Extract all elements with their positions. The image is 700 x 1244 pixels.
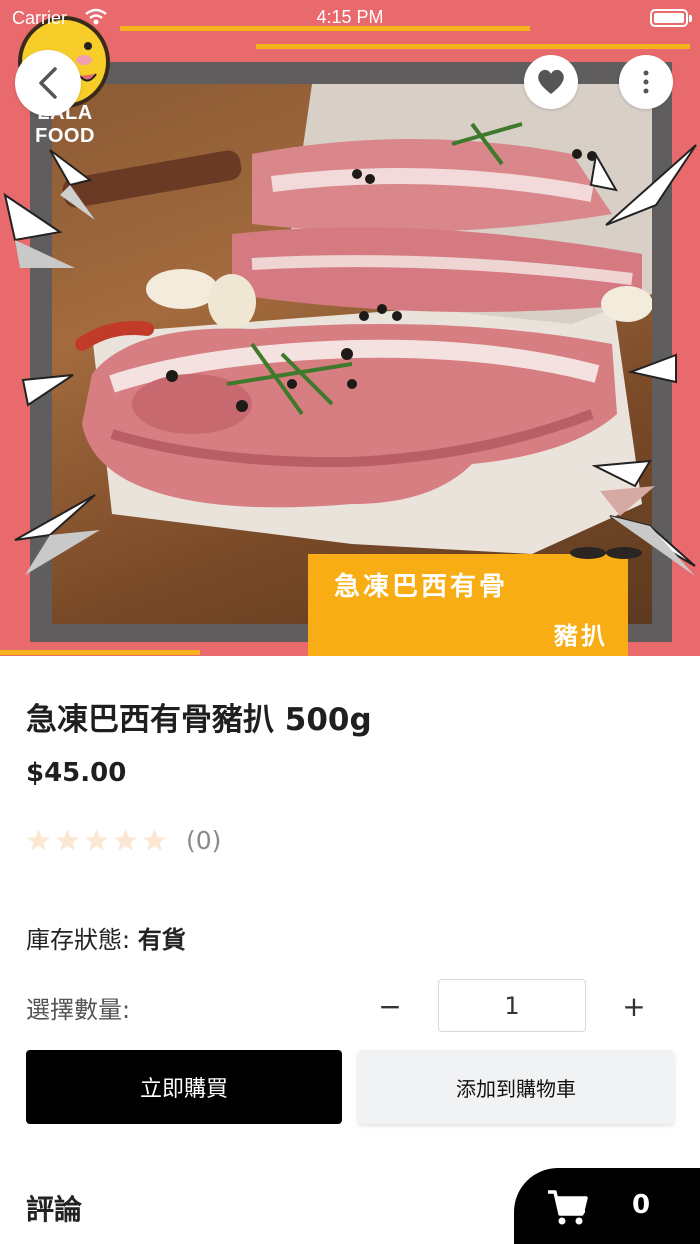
heart-icon — [538, 69, 564, 94]
quantity-increase-button[interactable]: + — [612, 984, 656, 1028]
product-name-label: 急凍巴西有骨 豬扒 — [308, 554, 628, 656]
battery-icon — [650, 9, 692, 27]
decorative-stripe — [0, 650, 200, 655]
label-line-2: 豬扒 — [554, 621, 608, 650]
add-to-cart-button[interactable]: 添加到購物車 — [358, 1050, 674, 1124]
stock-value: 有貨 — [137, 926, 186, 954]
more-vertical-icon — [643, 70, 649, 94]
paper-plane-decoration — [589, 144, 697, 245]
chevron-left-icon — [39, 67, 57, 99]
quantity-label: 選擇數量: — [26, 996, 131, 1024]
status-time: 4:15 PM — [316, 7, 384, 27]
cart-floating-button[interactable]: 0 — [514, 1168, 700, 1244]
paper-plane-decoration — [3, 149, 95, 268]
product-price: $45.00 — [26, 758, 127, 788]
star-icon — [56, 829, 79, 851]
buy-now-button[interactable]: 立即購買 — [26, 1050, 342, 1124]
star-icon — [85, 829, 108, 851]
favorite-button[interactable] — [524, 55, 578, 109]
cart-count: 0 — [632, 1190, 651, 1220]
shopping-cart-icon — [548, 1190, 588, 1225]
paper-plane-decoration — [21, 374, 74, 407]
decorative-stripe — [256, 44, 690, 49]
star-icon — [114, 829, 137, 851]
stock-status: 庫存狀態: 有貨 — [26, 920, 186, 955]
label-line-1: 急凍巴西有骨 — [334, 572, 509, 602]
reviews-heading: 評論 — [26, 1193, 83, 1226]
quantity-decrease-button[interactable]: − — [368, 984, 412, 1028]
product-hero: 急凍巴西有骨 豬扒 LALA FOOD Carrier 4:15 PM — [0, 0, 700, 656]
quote-mark-decoration — [570, 547, 642, 559]
quantity-input[interactable] — [438, 979, 586, 1032]
stock-label: 庫存狀態: — [26, 926, 131, 954]
star-icon — [27, 829, 50, 851]
paper-plane-decoration — [14, 494, 100, 575]
rating: (0) — [26, 826, 221, 855]
more-options-button[interactable] — [619, 55, 673, 109]
star-icon — [143, 829, 166, 851]
paper-plane-decoration — [627, 353, 677, 384]
status-bar: Carrier 4:15 PM — [0, 0, 700, 36]
product-title: 急凍巴西有骨豬扒 500g — [26, 702, 372, 738]
product-photo — [52, 84, 652, 624]
back-button[interactable] — [15, 50, 81, 116]
rating-count: (0) — [186, 826, 222, 855]
